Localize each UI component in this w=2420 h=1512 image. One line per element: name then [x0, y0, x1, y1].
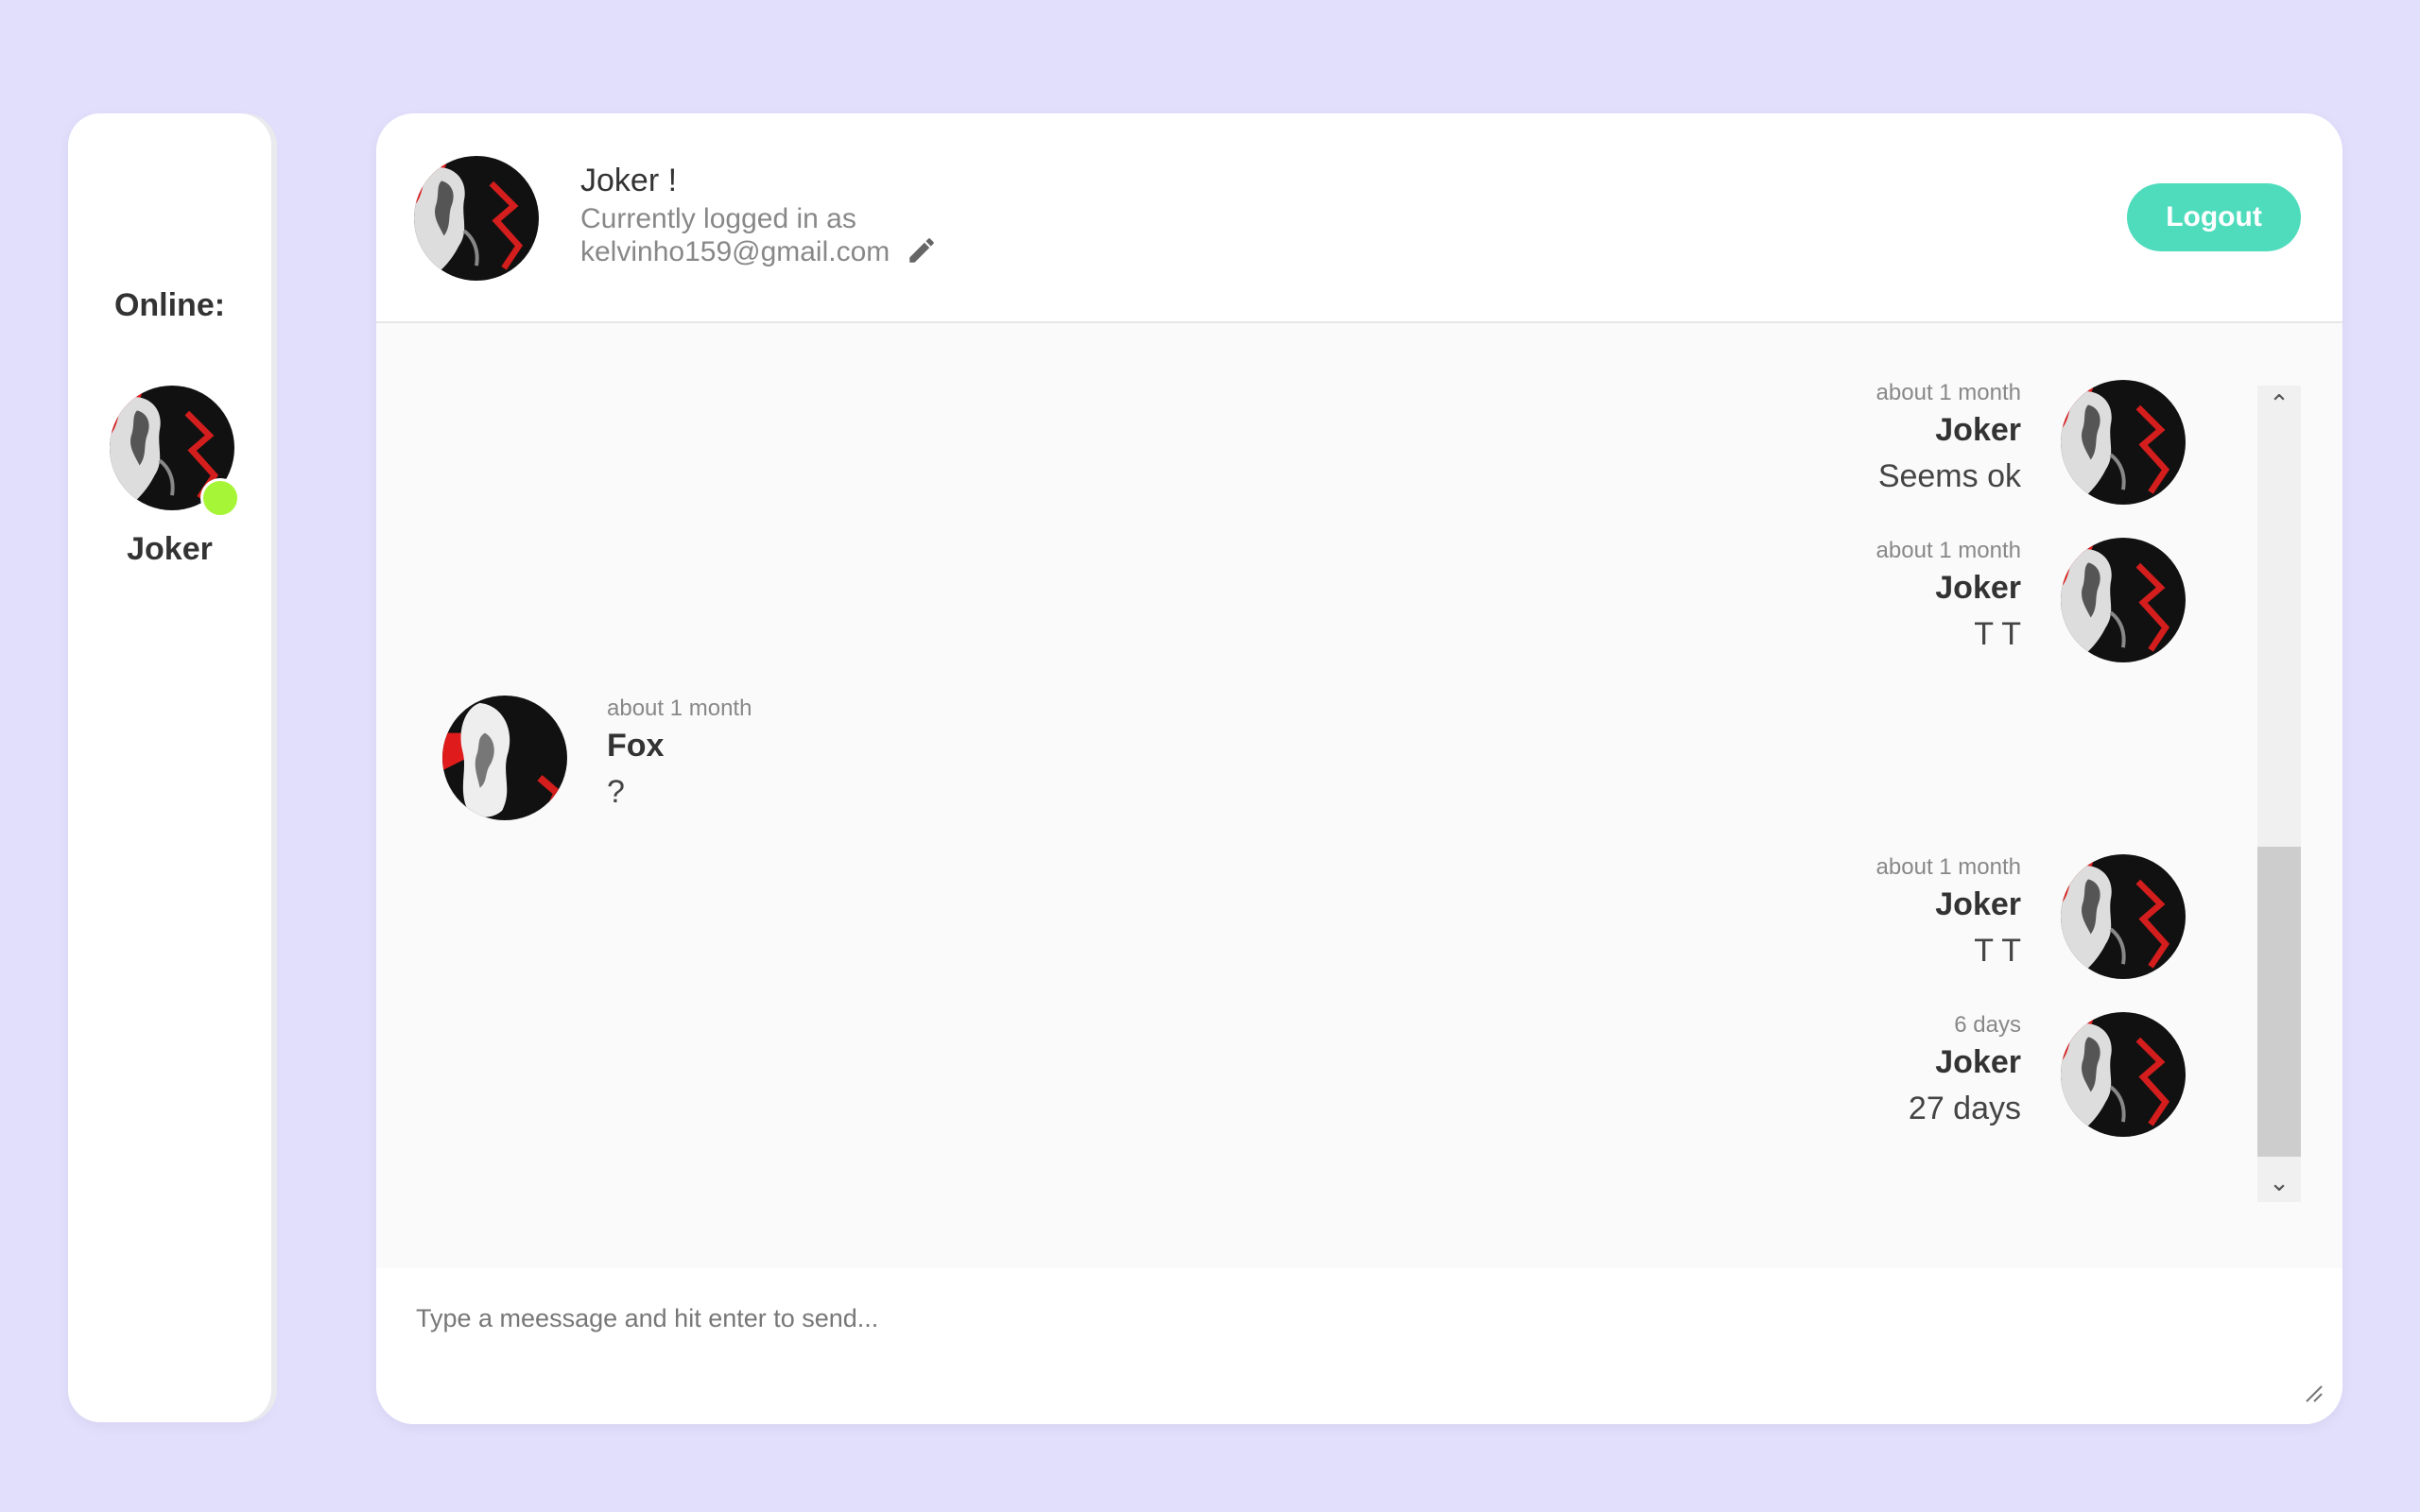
online-user-name: Joker [127, 531, 213, 567]
login-subtitle: Currently logged in as [580, 203, 856, 234]
online-user-item[interactable]: Joker [68, 386, 271, 575]
message-item: 6 days Joker 27 days [376, 1012, 2342, 1144]
message-text: T T [1974, 933, 2021, 969]
message-body: about 1 month Joker T T [1643, 538, 2021, 653]
message-author: Joker [1935, 412, 2021, 448]
login-email: kelvinho159@gmail.com [580, 236, 890, 267]
message-author: Joker [1935, 1044, 2021, 1080]
message-body: about 1 month Joker Seems ok [1643, 380, 2021, 495]
message-text: Seems ok [1877, 458, 2021, 494]
avatar [442, 696, 567, 820]
logout-button[interactable]: Logout [2127, 183, 2301, 251]
scroll-up-icon[interactable]: ⌃ [2257, 386, 2301, 423]
message-body: 6 days Joker 27 days [1643, 1012, 2021, 1127]
online-sidebar: Online: Joker [68, 113, 271, 1422]
message-time: about 1 month [1876, 538, 2021, 563]
message-item: about 1 month Joker T T [376, 854, 2342, 987]
current-user-title: Joker ! [580, 163, 678, 198]
message-text: T T [1974, 616, 2021, 652]
message-item: about 1 month Joker Seems ok [376, 380, 2342, 512]
message-avatar [2061, 1012, 2186, 1137]
message-time: about 1 month [1876, 854, 2021, 880]
message-author: Joker [1935, 886, 2021, 922]
message-list[interactable]: about 1 month Joker Seems ok about 1 mon… [376, 323, 2342, 1268]
online-user-avatar[interactable] [110, 386, 240, 518]
message-time: about 1 month [607, 696, 752, 721]
message-time: 6 days [1954, 1012, 2021, 1038]
avatar [2061, 1012, 2186, 1137]
message-item: about 1 month Joker T T [376, 538, 2342, 670]
pencil-icon[interactable] [906, 234, 938, 266]
message-author: Joker [1935, 570, 2021, 606]
scroll-down-icon[interactable]: ⌄ [2257, 1164, 2301, 1202]
avatar [2061, 538, 2186, 662]
avatar [2061, 380, 2186, 505]
message-time: about 1 month [1876, 380, 2021, 405]
message-avatar [2061, 380, 2186, 505]
message-input[interactable] [414, 1302, 2290, 1400]
message-body: about 1 month Joker T T [1643, 854, 2021, 970]
avatar [2061, 854, 2186, 979]
message-author: Fox [607, 728, 665, 764]
message-avatar [2061, 854, 2186, 979]
message-body: about 1 month Fox ? [607, 696, 985, 811]
chat-panel: Joker ! Currently logged in as kelvinho1… [376, 113, 2342, 1424]
message-avatar [442, 696, 567, 820]
message-composer [376, 1268, 2342, 1424]
login-info: Currently logged in as kelvinho159@gmail… [580, 202, 890, 268]
chat-header: Joker ! Currently logged in as kelvinho1… [376, 113, 2342, 323]
online-status-dot [200, 478, 240, 518]
message-avatar [2061, 538, 2186, 662]
message-text: 27 days [1908, 1091, 2021, 1126]
resize-handle-icon[interactable] [2303, 1383, 2324, 1403]
online-title: Online: [113, 287, 226, 323]
avatar [414, 156, 539, 281]
message-text: ? [607, 774, 625, 810]
message-item: about 1 month Fox ? [376, 696, 2342, 828]
scrollbar-thumb[interactable] [2257, 847, 2301, 1157]
current-user-avatar [414, 156, 539, 281]
message-scrollbar[interactable]: ⌃ ⌄ [2257, 386, 2301, 1202]
